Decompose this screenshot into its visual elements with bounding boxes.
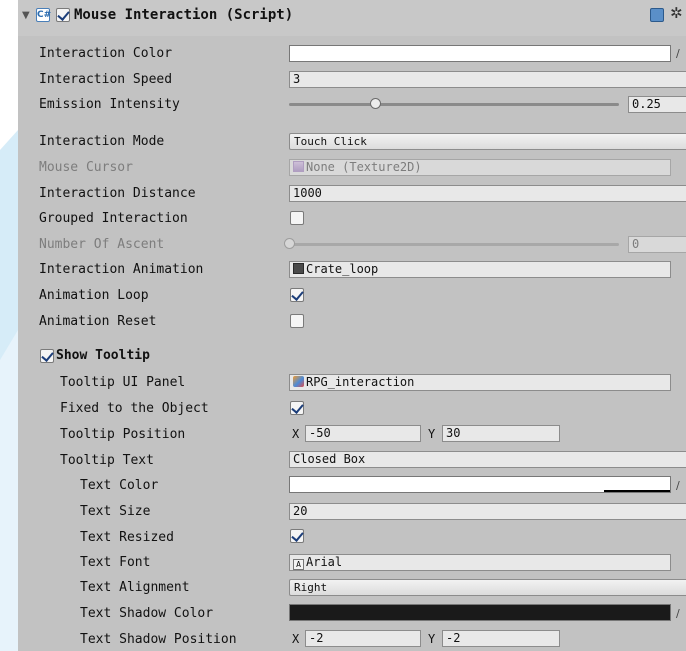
component-enabled-checkbox[interactable] <box>56 8 70 22</box>
tooltip-position-label: Tooltip Position <box>60 427 186 442</box>
interaction-mode-dropdown[interactable]: Touch Click <box>289 133 686 150</box>
grouped-interaction-checkbox[interactable] <box>290 211 304 225</box>
interaction-distance-label: Interaction Distance <box>39 186 196 201</box>
number-of-ascent-slider-track[interactable] <box>289 243 619 246</box>
number-of-ascent-input[interactable]: 0 <box>628 236 686 253</box>
tooltip-position-x-label: X <box>292 427 300 441</box>
interaction-animation-label: Interaction Animation <box>39 262 204 277</box>
number-of-ascent-slider-thumb[interactable] <box>284 238 295 249</box>
eyedropper-icon[interactable]: ∕ <box>676 479 680 492</box>
eyedropper-icon[interactable]: ∕ <box>676 607 680 620</box>
fixed-to-object-checkbox[interactable] <box>290 401 304 415</box>
fixed-to-object-label: Fixed to the Object <box>60 401 209 416</box>
mouse-cursor-value: None (Texture2D) <box>306 160 422 174</box>
interaction-speed-label: Interaction Speed <box>39 72 173 87</box>
text-resized-label: Text Resized <box>80 530 174 545</box>
text-color-label: Text Color <box>80 478 159 493</box>
gear-icon[interactable]: ✲ <box>670 4 683 22</box>
tooltip-ui-panel-value: RPG_interaction <box>306 375 415 389</box>
tooltip-ui-panel-object-field[interactable]: RPG_interaction <box>289 374 671 391</box>
foldout-arrow-icon[interactable]: ▼ <box>22 10 30 21</box>
animation-clip-icon <box>293 263 304 274</box>
font-icon: A <box>293 559 304 570</box>
interaction-animation-object-field[interactable]: Crate_loop <box>289 261 671 278</box>
interaction-speed-input[interactable]: 3 <box>289 71 686 88</box>
animation-loop-checkbox[interactable] <box>290 288 304 302</box>
animation-reset-checkbox[interactable] <box>290 314 304 328</box>
eyedropper-icon[interactable]: ∕ <box>676 47 680 60</box>
tooltip-position-y-label: Y <box>428 427 436 441</box>
text-shadow-position-x-label: X <box>292 632 300 646</box>
tooltip-ui-panel-label: Tooltip UI Panel <box>60 375 186 390</box>
animation-reset-label: Animation Reset <box>39 314 157 329</box>
interaction-color-label: Interaction Color <box>39 46 173 61</box>
emission-intensity-slider-thumb[interactable] <box>369 98 381 109</box>
show-tooltip-checkbox[interactable] <box>40 349 54 363</box>
emission-intensity-input[interactable]: 0.25 <box>628 96 686 113</box>
number-of-ascent-label: Number Of Ascent <box>39 237 165 252</box>
tooltip-text-input[interactable]: Closed Box <box>289 451 686 468</box>
show-tooltip-label: Show Tooltip <box>56 348 150 363</box>
mouse-cursor-label: Mouse Cursor <box>39 160 133 175</box>
animation-loop-label: Animation Loop <box>39 288 149 303</box>
mouse-cursor-object-field[interactable]: None (Texture2D) <box>289 159 671 176</box>
interaction-animation-value: Crate_loop <box>306 262 379 276</box>
text-shadow-color-field[interactable] <box>289 604 671 621</box>
text-size-input[interactable]: 20 <box>289 503 686 520</box>
text-shadow-position-y-input[interactable]: -2 <box>442 630 560 647</box>
inspector-panel: ▼ C# Mouse Interaction (Script) ✲ Intera… <box>18 0 686 651</box>
text-shadow-color-label: Text Shadow Color <box>80 606 214 621</box>
tooltip-text-label: Tooltip Text <box>60 453 154 468</box>
text-alignment-label: Text Alignment <box>80 580 190 595</box>
grouped-interaction-label: Grouped Interaction <box>39 211 188 226</box>
text-shadow-position-y-label: Y <box>428 632 436 646</box>
text-shadow-position-label: Text Shadow Position <box>80 632 237 647</box>
text-shadow-position-x-input[interactable]: -2 <box>305 630 421 647</box>
help-icon[interactable] <box>650 8 664 22</box>
text-font-object-field[interactable]: A Arial <box>289 554 671 571</box>
interaction-mode-label: Interaction Mode <box>39 134 165 149</box>
interaction-color-field[interactable] <box>289 45 671 62</box>
script-icon: C# <box>36 8 52 22</box>
tooltip-position-x-input[interactable]: -50 <box>305 425 421 442</box>
component-header[interactable]: ▼ C# Mouse Interaction (Script) ✲ <box>18 0 686 36</box>
text-resized-checkbox[interactable] <box>290 529 304 543</box>
text-font-value: Arial <box>306 555 343 569</box>
interaction-distance-input[interactable]: 1000 <box>289 185 686 202</box>
texture-icon <box>293 161 304 172</box>
text-font-label: Text Font <box>80 555 151 570</box>
tooltip-position-y-input[interactable]: 30 <box>442 425 560 442</box>
emission-intensity-slider-track[interactable] <box>289 103 619 106</box>
text-alignment-dropdown[interactable]: Right <box>289 579 686 596</box>
prefab-icon <box>293 376 304 387</box>
text-color-alpha-bar <box>604 490 670 492</box>
emission-intensity-label: Emission Intensity <box>39 97 180 112</box>
text-size-label: Text Size <box>80 504 151 519</box>
component-title: Mouse Interaction (Script) <box>74 7 294 23</box>
